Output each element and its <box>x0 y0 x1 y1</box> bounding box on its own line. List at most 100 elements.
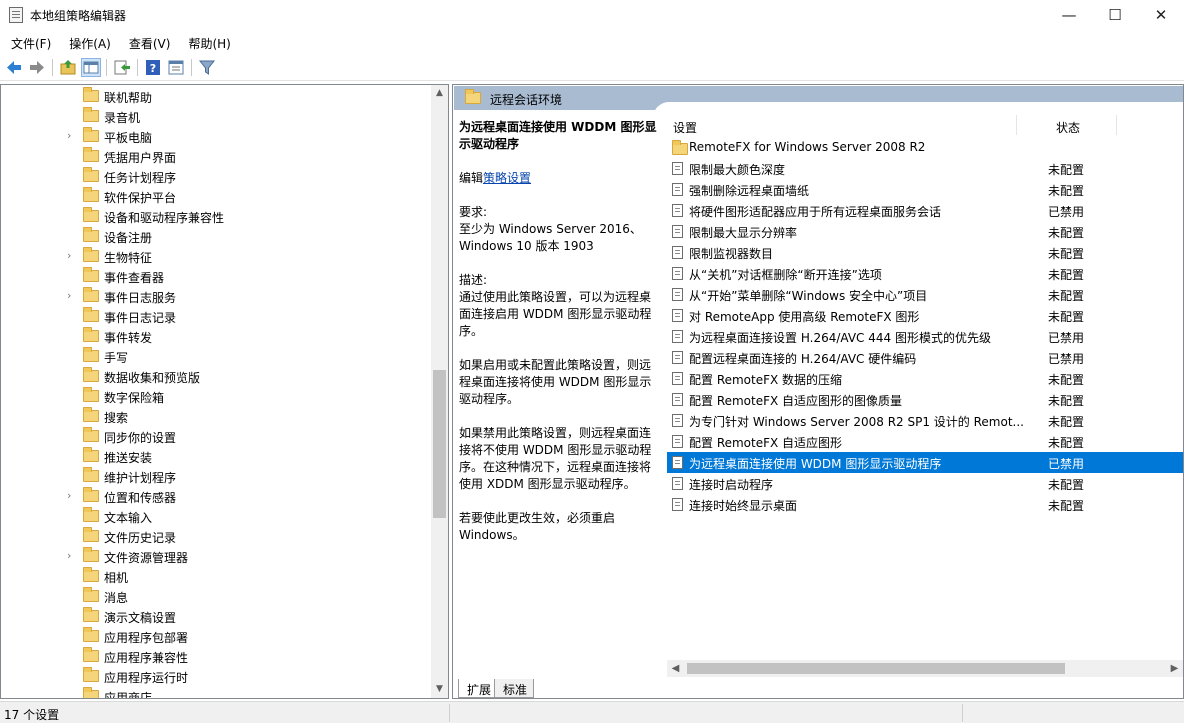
tree-item[interactable]: 维护计划程序 <box>1 466 431 486</box>
expand-chevron-icon[interactable]: › <box>67 289 71 302</box>
tree-item-label: 事件查看器 <box>104 271 165 285</box>
help-icon[interactable]: ? <box>143 58 163 77</box>
policy-name: 配置 RemoteFX 自适应图形的图像质量 <box>689 394 903 408</box>
policy-row[interactable]: 为远程桌面连接设置 H.264/AVC 444 图形模式的优先级 已禁用 <box>667 326 1183 347</box>
tree-item[interactable]: 演示文稿设置 <box>1 606 431 626</box>
tree-item[interactable]: 应用程序兼容性 <box>1 646 431 666</box>
tree-item[interactable]: 应用程序包部署 <box>1 626 431 646</box>
tree-item-label: 手写 <box>104 351 129 365</box>
up-folder-icon[interactable] <box>58 58 78 77</box>
hscroll-thumb[interactable] <box>687 663 1065 674</box>
policy-state: 已禁用 <box>1048 352 1085 366</box>
tree-item[interactable]: 文本输入 <box>1 506 431 526</box>
tree-item-label: 事件日志服务 <box>104 291 177 305</box>
tree-item[interactable]: 设备和驱动程序兼容性 <box>1 206 431 226</box>
tree-item[interactable]: 搜索 <box>1 406 431 426</box>
policy-row[interactable]: 从“关机”对话框删除“断开连接”选项 未配置 <box>667 263 1183 284</box>
close-button[interactable]: ✕ <box>1138 0 1184 31</box>
tree-item[interactable]: 录音机 <box>1 106 431 126</box>
expand-chevron-icon[interactable]: › <box>67 489 71 502</box>
policy-row[interactable]: 为远程桌面连接使用 WDDM 图形显示驱动程序 已禁用 <box>667 452 1183 473</box>
tree-item[interactable]: 手写 <box>1 346 431 366</box>
policy-name: 配置 RemoteFX 数据的压缩 <box>689 373 843 387</box>
tree-item[interactable]: 联机帮助 <box>1 86 431 106</box>
tree-item[interactable]: 任务计划程序 <box>1 166 431 186</box>
edit-policy-link[interactable]: 策略设置 <box>483 171 531 185</box>
export-list-icon[interactable] <box>112 58 132 77</box>
scroll-right-icon[interactable]: ▶ <box>1166 660 1183 677</box>
tree-item[interactable]: 设备注册 <box>1 226 431 246</box>
policy-row[interactable]: 对 RemoteApp 使用高级 RemoteFX 图形 未配置 <box>667 305 1183 326</box>
policy-setting-icon <box>672 267 683 280</box>
tree-item[interactable]: 消息 <box>1 586 431 606</box>
policy-row[interactable]: 配置 RemoteFX 数据的压缩 未配置 <box>667 368 1183 389</box>
back-icon[interactable] <box>4 58 24 77</box>
policy-row[interactable]: 配置远程桌面连接的 H.264/AVC 硬件编码 已禁用 <box>667 347 1183 368</box>
policy-row[interactable]: 配置 RemoteFX 自适应图形的图像质量 未配置 <box>667 389 1183 410</box>
policy-row[interactable]: 限制监视器数目 未配置 <box>667 242 1183 263</box>
expand-chevron-icon[interactable]: › <box>67 549 71 562</box>
forward-icon[interactable] <box>27 58 47 77</box>
folder-icon <box>83 327 99 342</box>
policy-row[interactable]: 限制最大显示分辨率 未配置 <box>667 221 1183 242</box>
policy-row[interactable]: 为专门针对 Windows Server 2008 R2 SP1 设计的 Rem… <box>667 410 1183 431</box>
tree-item[interactable]: 文件历史记录 <box>1 526 431 546</box>
tree-item[interactable]: 事件查看器 <box>1 266 431 286</box>
filter-icon[interactable] <box>197 58 217 77</box>
expand-chevron-icon[interactable]: › <box>67 249 71 262</box>
column-state[interactable]: 状态 <box>1056 119 1080 136</box>
menu-bar: 文件(F) 操作(A) 查看(V) 帮助(H) <box>0 31 1184 55</box>
tab-standard[interactable]: 标准 <box>494 679 535 698</box>
tree-item-label: 推送安装 <box>104 451 153 465</box>
tree-item[interactable]: 数字保险箱 <box>1 386 431 406</box>
tree-item-label: 同步你的设置 <box>104 431 177 445</box>
expand-chevron-icon[interactable]: › <box>67 129 71 142</box>
list-folder-row[interactable]: RemoteFX for Windows Server 2008 R2 <box>667 137 1183 158</box>
column-setting[interactable]: 设置 <box>673 119 697 136</box>
tree-item[interactable]: 凭据用户界面 <box>1 146 431 166</box>
tree-item[interactable]: 事件日志记录 <box>1 306 431 326</box>
policy-row[interactable]: 强制删除远程桌面墙纸 未配置 <box>667 179 1183 200</box>
scroll-thumb[interactable] <box>433 370 446 518</box>
policy-row[interactable]: 配置 RemoteFX 自适应图形 未配置 <box>667 431 1183 452</box>
menu-help[interactable]: 帮助(H) <box>177 31 237 52</box>
policy-state: 未配置 <box>1048 415 1085 429</box>
policy-row[interactable]: 将硬件图形适配器应用于所有远程桌面服务会话 已禁用 <box>667 200 1183 221</box>
tree-item[interactable]: 应用程序运行时 <box>1 666 431 686</box>
tree-item[interactable]: › 平板电脑 <box>1 126 431 146</box>
tree-item[interactable]: 同步你的设置 <box>1 426 431 446</box>
properties-icon[interactable] <box>166 58 186 77</box>
tree-item[interactable]: 软件保护平台 <box>1 186 431 206</box>
menu-file[interactable]: 文件(F) <box>0 31 58 52</box>
minimize-button[interactable]: — <box>1046 0 1092 31</box>
menu-action[interactable]: 操作(A) <box>58 31 118 52</box>
tree-item[interactable]: 相机 <box>1 566 431 586</box>
maximize-button[interactable]: ☐ <box>1092 0 1138 31</box>
scroll-up-icon[interactable]: ▲ <box>431 85 448 102</box>
tree-item-label: 数字保险箱 <box>104 391 165 405</box>
tree-item[interactable]: › 事件日志服务 <box>1 286 431 306</box>
tab-extended[interactable]: 扩展 <box>458 679 499 698</box>
policy-row[interactable]: 连接时始终显示桌面 未配置 <box>667 494 1183 515</box>
policy-row[interactable]: 连接时启动程序 未配置 <box>667 473 1183 494</box>
policy-row[interactable]: 从“开始”菜单删除“Windows 安全中心”项目 未配置 <box>667 284 1183 305</box>
policy-name: 配置 RemoteFX 自适应图形 <box>689 436 843 450</box>
menu-view[interactable]: 查看(V) <box>118 31 178 52</box>
scroll-left-icon[interactable]: ◀ <box>667 660 684 677</box>
tree-item[interactable]: › 文件资源管理器 <box>1 546 431 566</box>
tree-item[interactable]: › 位置和传感器 <box>1 486 431 506</box>
policy-name: 连接时启动程序 <box>689 478 774 492</box>
tree-item-label: 数据收集和预览版 <box>104 371 201 385</box>
tree-item[interactable]: 推送安装 <box>1 446 431 466</box>
tree-item[interactable]: 应用商店 <box>1 686 431 698</box>
list-horizontal-scrollbar[interactable]: ◀ ▶ <box>667 660 1183 677</box>
policy-state: 未配置 <box>1048 373 1085 387</box>
tree-vertical-scrollbar[interactable]: ▲ ▼ <box>431 85 448 698</box>
tree-item[interactable]: › 生物特征 <box>1 246 431 266</box>
show-hide-tree-icon[interactable] <box>81 58 101 77</box>
scroll-down-icon[interactable]: ▼ <box>431 681 448 698</box>
policy-row[interactable]: 限制最大颜色深度 未配置 <box>667 158 1183 179</box>
folder-icon <box>83 447 99 462</box>
tree-item[interactable]: 数据收集和预览版 <box>1 366 431 386</box>
tree-item[interactable]: 事件转发 <box>1 326 431 346</box>
